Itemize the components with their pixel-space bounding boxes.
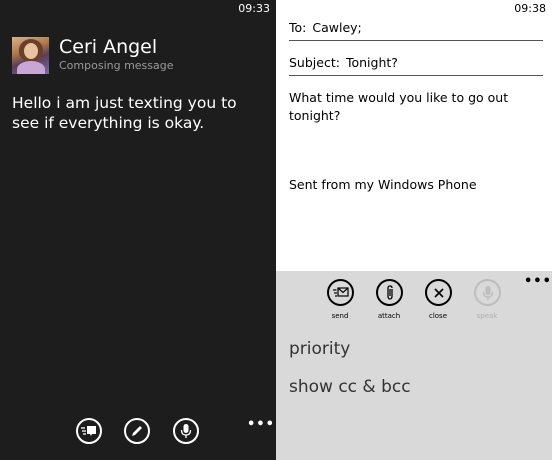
menu-item-show-cc-bcc[interactable]: show cc & bcc bbox=[289, 377, 411, 397]
attach-button[interactable] bbox=[376, 279, 403, 306]
subject-value: Tonight? bbox=[345, 55, 398, 70]
to-field[interactable]: To: Cawley; bbox=[289, 20, 543, 41]
close-icon bbox=[433, 287, 444, 298]
more-options-button[interactable]: ••• bbox=[524, 275, 552, 288]
microphone-icon bbox=[482, 285, 493, 300]
to-value: Cawley; bbox=[312, 20, 362, 35]
subject-field[interactable]: Subject: Tonight? bbox=[289, 55, 543, 76]
app-bar: ••• bbox=[0, 412, 276, 460]
send-button[interactable] bbox=[327, 279, 354, 306]
menu-item-priority[interactable]: priority bbox=[289, 339, 350, 359]
contact-name: Ceri Angel bbox=[59, 36, 158, 58]
message-text[interactable]: Hello i am just texting you to see if ev… bbox=[12, 93, 262, 133]
speak-label: speak bbox=[476, 312, 498, 320]
email-signature[interactable]: Sent from my Windows Phone bbox=[289, 176, 539, 194]
microphone-icon bbox=[180, 424, 192, 438]
more-options-button[interactable]: ••• bbox=[247, 418, 275, 431]
close-button[interactable] bbox=[425, 279, 452, 306]
edit-button[interactable] bbox=[124, 418, 150, 444]
send-label: send bbox=[331, 312, 349, 320]
attach-label: attach bbox=[377, 312, 401, 320]
to-label: To: bbox=[289, 20, 307, 35]
app-bar-menu: send attach close speak ••• priority sho… bbox=[276, 271, 552, 460]
send-sms-icon bbox=[81, 426, 96, 436]
paperclip-icon bbox=[386, 284, 393, 300]
messaging-screen: 09:33 Ceri Angel Composing message Hello… bbox=[0, 0, 276, 460]
edit-icon bbox=[132, 426, 142, 436]
status-time: 09:38 bbox=[514, 2, 546, 15]
status-time: 09:33 bbox=[238, 2, 270, 15]
contact-header[interactable]: Ceri Angel Composing message bbox=[12, 37, 174, 74]
email-body[interactable]: What time would you like to go out tonig… bbox=[289, 89, 539, 125]
speak-button[interactable] bbox=[474, 279, 501, 306]
microphone-button[interactable] bbox=[173, 418, 199, 444]
subject-label: Subject: bbox=[289, 55, 340, 70]
send-mail-icon bbox=[332, 286, 349, 297]
email-compose-screen: 09:38 To: Cawley; Subject: Tonight? What t… bbox=[276, 0, 552, 460]
avatar bbox=[12, 37, 49, 74]
send-sms-button[interactable] bbox=[76, 418, 102, 444]
contact-status: Composing message bbox=[59, 59, 174, 72]
close-label: close bbox=[428, 312, 448, 320]
